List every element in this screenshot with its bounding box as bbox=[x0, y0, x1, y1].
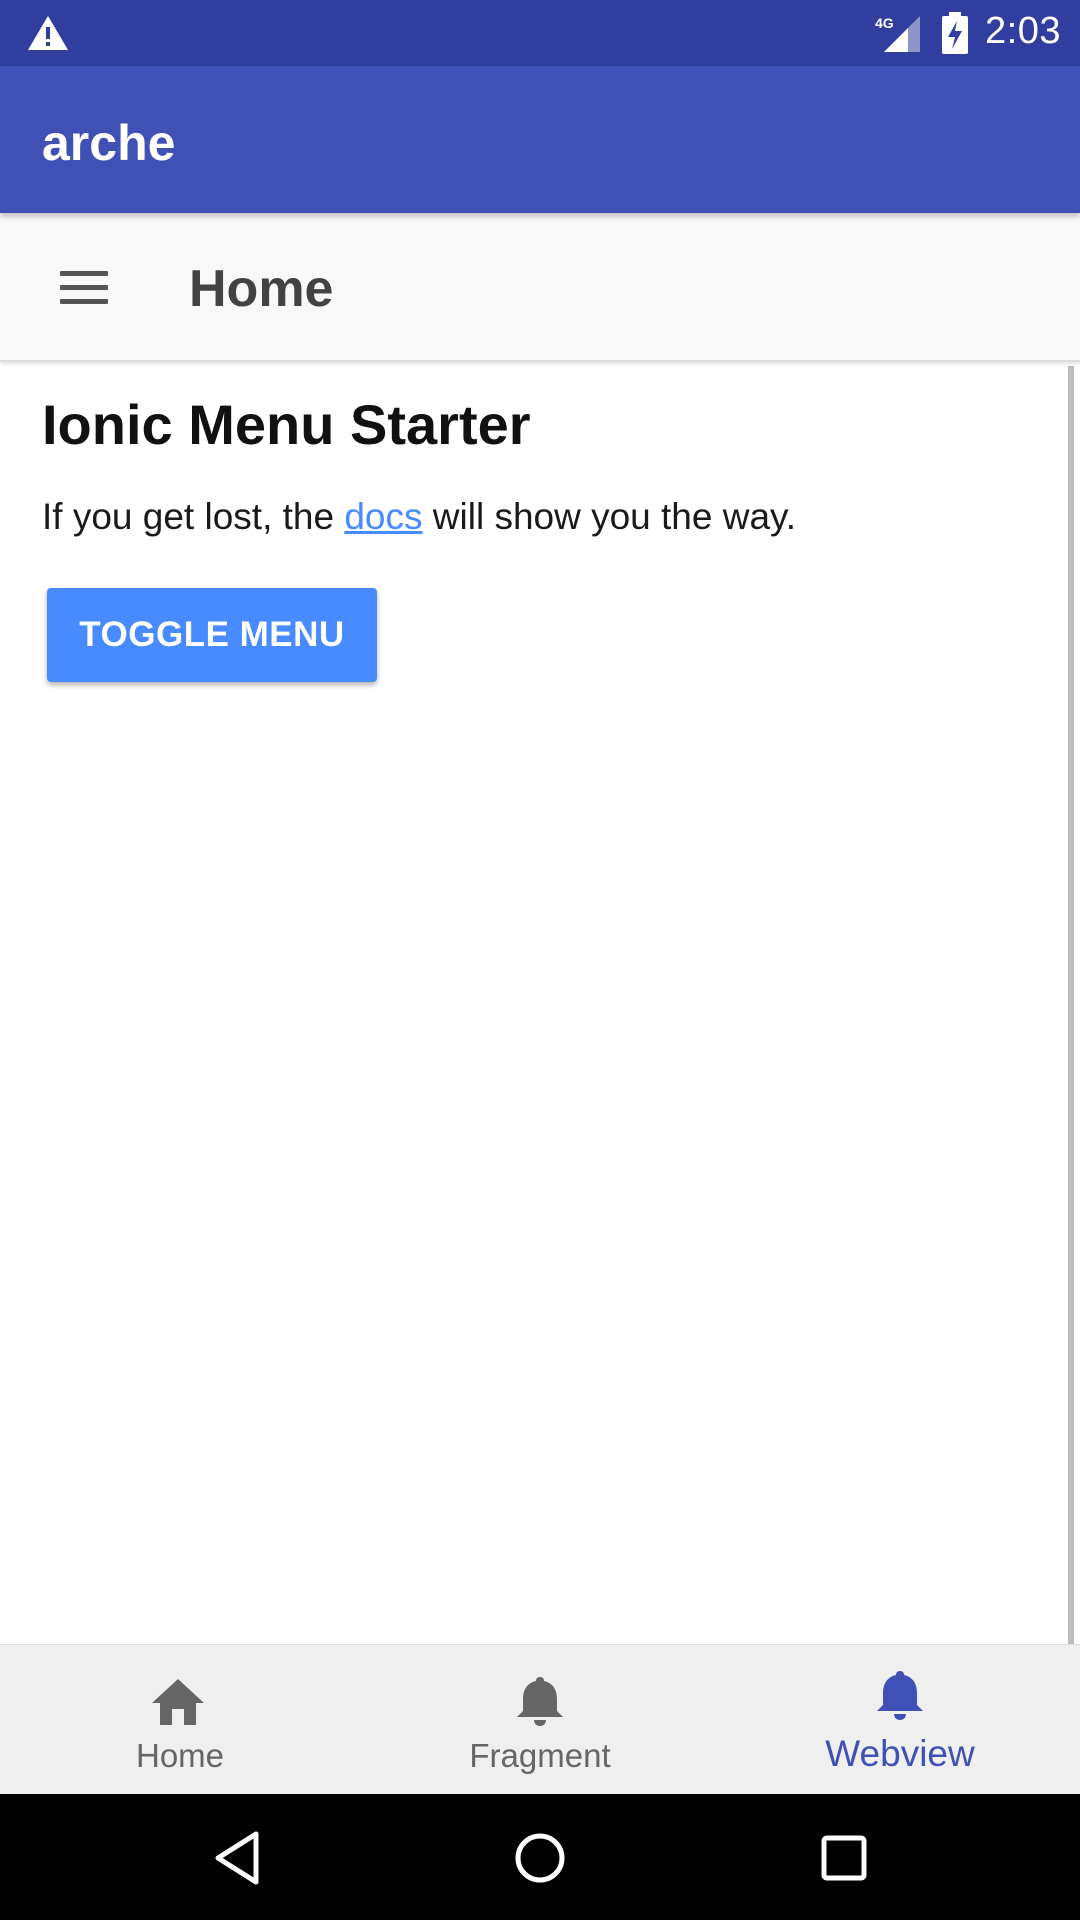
home-icon bbox=[152, 1679, 204, 1725]
status-bar: 4G 2:03 bbox=[0, 0, 1080, 66]
intro-text-before: If you get lost, the bbox=[42, 496, 345, 537]
intro-text-after: will show you the way. bbox=[422, 496, 797, 537]
bell-icon bbox=[517, 1677, 563, 1726]
back-icon[interactable] bbox=[206, 1826, 270, 1890]
docs-link[interactable]: docs bbox=[344, 496, 422, 537]
signal-4g-icon: 4G bbox=[875, 15, 920, 52]
warning-icon bbox=[28, 16, 68, 50]
network-type-label: 4G bbox=[875, 15, 894, 31]
status-time: 2:03 bbox=[985, 10, 1061, 52]
toggle-menu-button[interactable]: TOGGLE MENU bbox=[47, 588, 377, 682]
app-title: arche bbox=[42, 115, 176, 171]
bell-icon bbox=[877, 1671, 923, 1720]
app-bar: arche bbox=[0, 66, 1080, 213]
nav-label-webview: Webview bbox=[825, 1733, 975, 1774]
nav-item-fragment[interactable]: Fragment bbox=[360, 1645, 720, 1795]
nav-item-webview[interactable]: Webview bbox=[720, 1645, 1080, 1795]
content-heading: Ionic Menu Starter bbox=[42, 393, 531, 456]
nav-label-home: Home bbox=[135, 1737, 225, 1774]
nav-label-fragment: Fragment bbox=[469, 1737, 611, 1774]
scrollbar[interactable] bbox=[1068, 366, 1074, 1648]
battery-charging-icon bbox=[942, 12, 968, 54]
bottom-navigation: Home Fragment Webview bbox=[0, 1644, 1080, 1795]
nav-item-home[interactable]: Home bbox=[0, 1645, 360, 1795]
recents-icon[interactable] bbox=[812, 1826, 876, 1890]
page-toolbar: Home bbox=[0, 213, 1080, 362]
menu-button[interactable] bbox=[48, 259, 120, 315]
page-title: Home bbox=[189, 260, 334, 318]
intro-paragraph: If you get lost, the docs will show you … bbox=[42, 496, 796, 538]
system-navigation-bar bbox=[0, 1794, 1080, 1920]
main-content: Ionic Menu Starter If you get lost, the … bbox=[0, 362, 1080, 1648]
home-circle-icon[interactable] bbox=[508, 1826, 572, 1890]
